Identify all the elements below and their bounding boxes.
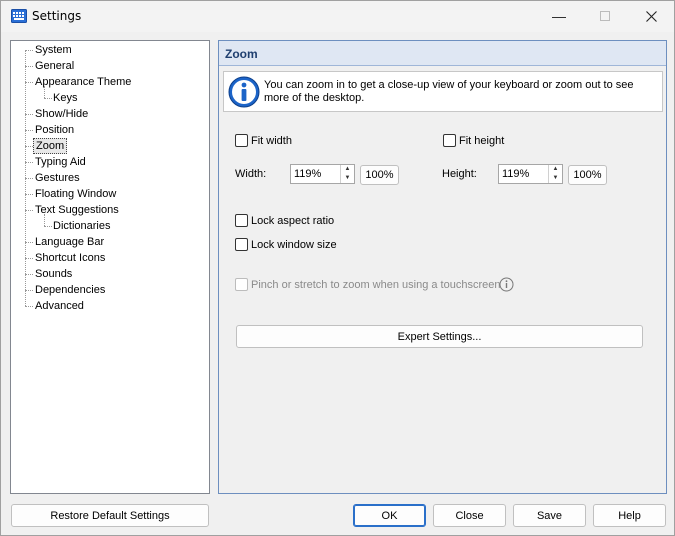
expert-settings-button[interactable]: Expert Settings... [236, 325, 643, 348]
ok-button[interactable]: OK [353, 504, 426, 527]
sidebar-item-zoom[interactable]: Zoom [33, 138, 68, 154]
tree-connector [25, 274, 33, 275]
title-bar: Settings — [1, 1, 674, 32]
close-window-button[interactable] [628, 1, 674, 31]
tree-connector [25, 290, 33, 291]
sidebar-item-keys[interactable]: Keys [51, 90, 79, 106]
pinch-zoom-checkbox: Pinch or stretch to zoom when using a to… [235, 278, 500, 291]
sidebar-item-typing-aid[interactable]: Typing Aid [33, 154, 88, 170]
tree-connector [25, 66, 33, 67]
help-button[interactable]: Help [593, 504, 666, 527]
tree-connector [25, 162, 33, 163]
spinner-buttons: ▲ ▼ [340, 165, 354, 183]
width-value[interactable]: 119% [294, 168, 321, 180]
checkbox-box[interactable] [235, 238, 248, 251]
sidebar-item-dictionaries[interactable]: Dictionaries [51, 218, 112, 234]
sidebar-item-sounds[interactable]: Sounds [33, 266, 74, 282]
sidebar-item-show-hide[interactable]: Show/Hide [33, 106, 90, 122]
sidebar-item-dependencies[interactable]: Dependencies [33, 282, 107, 298]
help-label: Help [618, 509, 641, 522]
spin-up-icon[interactable]: ▲ [341, 165, 354, 174]
minimize-button[interactable]: — [536, 1, 582, 31]
fit-height-checkbox[interactable]: Fit height [443, 134, 504, 147]
sidebar-item-gestures[interactable]: Gestures [33, 170, 82, 186]
save-button[interactable]: Save [513, 504, 586, 527]
sidebar-item-general[interactable]: General [33, 58, 76, 74]
settings-tree[interactable]: System General Appearance Theme Keys Show/Hi… [10, 40, 210, 494]
height-reset-button[interactable]: 100% [568, 165, 607, 185]
ok-label: OK [381, 509, 398, 522]
tree-connector [44, 86, 45, 98]
lock-size-checkbox[interactable]: Lock window size [235, 238, 337, 251]
tree-connector [25, 210, 33, 211]
pinch-zoom-label: Pinch or stretch to zoom when using a to… [251, 278, 501, 291]
checkbox-box[interactable] [235, 134, 248, 147]
width-label: Width: [235, 168, 267, 180]
close-icon [645, 10, 657, 22]
info-circle-icon[interactable] [499, 277, 514, 292]
width-spinner[interactable]: 119% ▲ ▼ [290, 164, 355, 184]
info-text: You can zoom in to get a close-up view o… [264, 79, 634, 104]
tree-connector [25, 306, 33, 307]
lock-aspect-checkbox[interactable]: Lock aspect ratio [235, 214, 334, 227]
tree-connector [44, 214, 45, 226]
spin-down-icon[interactable]: ▼ [549, 174, 562, 183]
fit-width-label: Fit width [251, 134, 292, 147]
minimize-icon: — [552, 8, 566, 24]
sidebar-item-language-bar[interactable]: Language Bar [33, 234, 106, 250]
close-label: Close [455, 509, 484, 522]
restore-defaults-button[interactable]: Restore Default Settings [11, 504, 209, 527]
zoom-panel: Zoom You can zoom in to get a close-up v… [218, 40, 667, 494]
checkbox-box[interactable] [235, 214, 248, 227]
sidebar-item-text-suggestions[interactable]: Text Suggestions [33, 202, 121, 218]
lock-aspect-label: Lock aspect ratio [251, 214, 335, 227]
sidebar-item-position[interactable]: Position [33, 122, 76, 138]
window-title: Settings [32, 9, 82, 23]
height-reset-label: 100% [573, 169, 602, 181]
fit-width-checkbox[interactable]: Fit width [235, 134, 292, 147]
tree-connector [25, 194, 33, 195]
expert-settings-label: Expert Settings... [397, 330, 482, 343]
info-icon [228, 76, 260, 108]
info-box: You can zoom in to get a close-up view o… [223, 71, 663, 112]
tree-connector [25, 50, 33, 51]
height-label: Height: [442, 168, 477, 180]
fit-height-label: Fit height [459, 134, 505, 147]
spin-down-icon[interactable]: ▼ [341, 174, 354, 183]
lock-size-label: Lock window size [251, 238, 337, 251]
sidebar-item-shortcut-icons[interactable]: Shortcut Icons [33, 250, 107, 266]
keyboard-icon [11, 9, 27, 23]
save-label: Save [536, 509, 563, 522]
width-reset-button[interactable]: 100% [360, 165, 399, 185]
maximize-button[interactable] [582, 1, 628, 31]
restore-defaults-label: Restore Default Settings [50, 509, 170, 522]
tree-connector [25, 82, 33, 83]
tree-connector [25, 242, 33, 243]
tree-connector [25, 178, 33, 179]
maximize-icon [600, 11, 610, 21]
checkbox-box[interactable] [443, 134, 456, 147]
checkbox-box [235, 278, 248, 291]
sidebar-item-system[interactable]: System [33, 42, 74, 58]
height-value[interactable]: 119% [502, 168, 529, 180]
spinner-buttons: ▲ ▼ [548, 165, 562, 183]
sidebar-item-advanced[interactable]: Advanced [33, 298, 86, 314]
sidebar-item-floating-window[interactable]: Floating Window [33, 186, 118, 202]
panel-title: Zoom [219, 41, 666, 66]
settings-window: Settings — System General Appearance Theme… [0, 0, 675, 536]
tree-connector [25, 114, 33, 115]
tree-connector [25, 146, 33, 147]
sidebar-item-appearance-theme[interactable]: Appearance Theme [33, 74, 133, 90]
tree-connector [25, 258, 33, 259]
height-spinner[interactable]: 119% ▲ ▼ [498, 164, 563, 184]
close-button[interactable]: Close [433, 504, 506, 527]
width-reset-label: 100% [365, 169, 394, 181]
spin-up-icon[interactable]: ▲ [549, 165, 562, 174]
tree-connector [25, 130, 33, 131]
